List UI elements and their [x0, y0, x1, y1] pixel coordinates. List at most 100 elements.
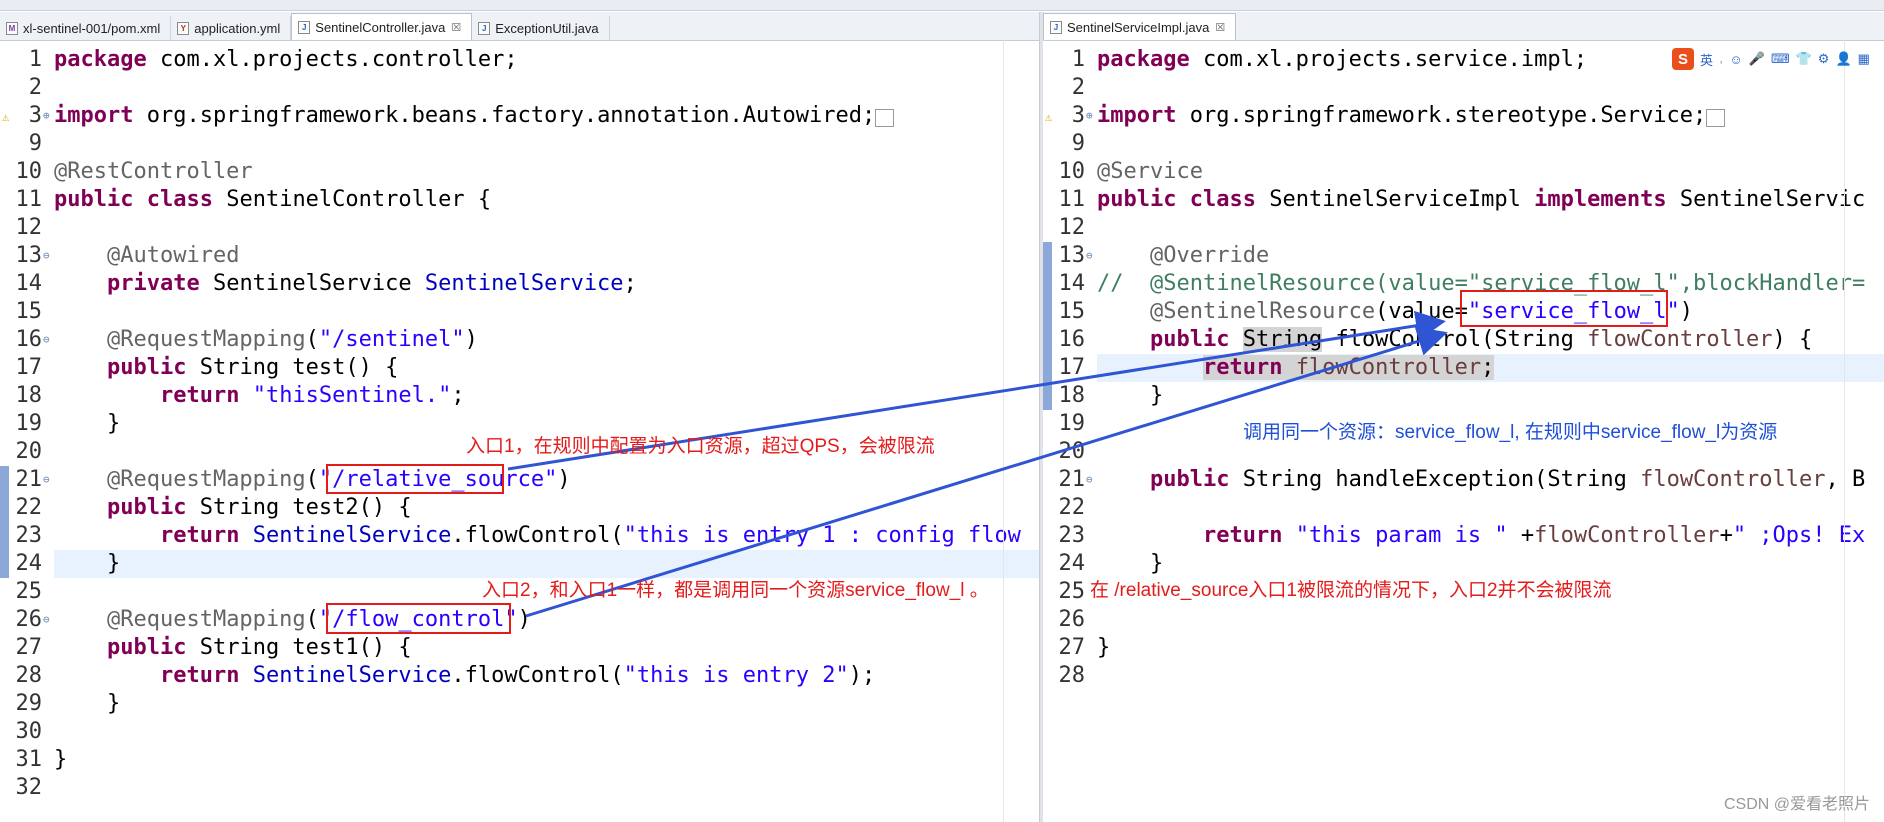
code-line[interactable]: 14 private SentinelService SentinelServi… — [0, 270, 1040, 298]
code-line[interactable]: 22 — [1043, 494, 1884, 522]
line-number: 20 — [15, 439, 43, 464]
skin-icon[interactable]: 👕 — [1796, 51, 1812, 67]
left-tab-bar: M xl-sentinel-001/pom.xml Y application.… — [0, 12, 1040, 41]
line-number: 13 — [15, 243, 43, 268]
code-line[interactable]: 1 package com.xl.projects.controller; — [0, 46, 1040, 74]
code-line[interactable]: 11 public class SentinelServiceImpl imple… — [1043, 186, 1884, 214]
collapse-fold-icon[interactable]: ⊖ — [1086, 466, 1093, 494]
java-file-icon: J — [1050, 20, 1062, 34]
code-line[interactable]: 15 — [0, 298, 1040, 326]
code-text: @RequestMapping("/sentinel") — [106, 327, 478, 352]
line-number: 27 — [15, 635, 43, 660]
line-number: 11 — [15, 187, 43, 212]
line-number: 12 — [15, 215, 43, 240]
code-line[interactable]: 13 ⊖ @Override — [1043, 242, 1884, 270]
code-line[interactable]: 16 public String flowControl(String flow… — [1043, 326, 1884, 354]
code-line[interactable]: 22 public String test2() { — [0, 494, 1040, 522]
user-icon[interactable]: 👤 — [1835, 51, 1851, 67]
line-number: 9 — [1071, 131, 1085, 156]
expand-fold-icon[interactable]: ⊕ — [1086, 102, 1093, 130]
ime-toolbar: S 英 ˒ ☺ 🎤 ⌨ 👕 ⚙ 👤 ▦ — [1672, 48, 1870, 70]
code-line[interactable]: 10 @RestController — [0, 158, 1040, 186]
punctuation-icon[interactable]: ˒ — [1719, 52, 1723, 67]
code-text: } — [54, 747, 68, 772]
code-line[interactable]: 2 — [0, 74, 1040, 102]
code-line[interactable]: 3 ⊕ import org.springframework.beans.facto… — [0, 102, 1040, 130]
code-line[interactable]: 18 } — [1043, 382, 1884, 410]
code-line[interactable]: 9 — [0, 130, 1040, 158]
line-number: 19 — [15, 411, 43, 436]
line-number: 17 — [1058, 355, 1086, 380]
code-text: @Service — [1097, 159, 1203, 184]
line-number: 9 — [28, 131, 42, 156]
tab-sentinel-service-impl[interactable]: J SentinelServiceImpl.java ☒ — [1043, 13, 1237, 40]
ime-language-toggle[interactable]: 英 — [1700, 50, 1713, 69]
code-line[interactable]: 16 ⊖ @RequestMapping("/sentinel") — [0, 326, 1040, 354]
settings-icon[interactable]: ⚙ — [1818, 51, 1830, 67]
code-text: } — [54, 411, 121, 436]
line-number: 23 — [1058, 523, 1086, 548]
warning-icon[interactable]: ⚠ — [2, 110, 9, 124]
code-line[interactable]: 10 @Service — [1043, 158, 1884, 186]
code-line[interactable]: 21 ⊖ public String handleException(String… — [1043, 466, 1884, 494]
code-line[interactable]: 17 public String test() { — [0, 354, 1040, 382]
line-number: 24 — [1058, 551, 1086, 576]
code-line[interactable]: 32 — [0, 774, 1040, 802]
collapse-fold-icon[interactable]: ⊖ — [1086, 242, 1093, 270]
expand-fold-icon[interactable]: ⊕ — [43, 102, 50, 130]
code-line[interactable]: 26 ⊖ @RequestMapping("/flow_control") — [0, 606, 1040, 634]
code-line[interactable]: 27 public String test1() { — [0, 634, 1040, 662]
code-line[interactable]: 28 return SentinelService.flowControl("t… — [0, 662, 1040, 690]
tab-sentinel-controller[interactable]: J SentinelController.java ☒ — [291, 13, 473, 40]
code-line[interactable]: 24 } — [1043, 550, 1884, 578]
code-line[interactable]: 28 — [1043, 662, 1884, 690]
warning-icon[interactable]: ⚠ — [1045, 110, 1052, 124]
code-text: return "this param is " +flowController+… — [1202, 523, 1866, 548]
keyboard-icon[interactable]: ⌨ — [1771, 51, 1790, 67]
microphone-icon[interactable]: 🎤 — [1749, 51, 1765, 67]
code-text: private SentinelService SentinelService; — [106, 271, 637, 296]
code-line[interactable]: 23 return "this param is " +flowControll… — [1043, 522, 1884, 550]
code-text: @RestController — [54, 159, 253, 184]
collapse-fold-icon[interactable]: ⊖ — [43, 242, 50, 270]
code-line[interactable]: 18 return "thisSentinel."; — [0, 382, 1040, 410]
tab-label: xl-sentinel-001/pom.xml — [23, 20, 161, 36]
code-line[interactable]: 27} — [1043, 634, 1884, 662]
code-line[interactable]: 29 } — [0, 690, 1040, 718]
note-entry2: 入口2，和入口1一样，都是调用同一个资源service_flow_l 。 — [482, 580, 989, 601]
line-number: 2 — [28, 75, 42, 100]
note-entry2-not-limited: 在 /relative_source入口1被限流的情况下，入口2并不会被限流 — [1090, 580, 1612, 601]
code-line[interactable]: 2 — [1043, 74, 1884, 102]
collapse-fold-icon[interactable]: ⊖ — [43, 326, 50, 354]
grid-icon[interactable]: ▦ — [1858, 51, 1870, 67]
collapse-fold-icon[interactable]: ⊖ — [43, 606, 50, 634]
code-line[interactable]: 17 return flowController; — [1043, 354, 1884, 382]
tab-exception-util[interactable]: J ExceptionUtil.java — [472, 16, 610, 40]
code-line[interactable]: 24 } — [0, 550, 1040, 578]
code-line[interactable]: 9 — [1043, 130, 1884, 158]
code-text: } — [54, 691, 121, 716]
highlight-relative-source — [326, 464, 504, 494]
line-number: 18 — [1058, 383, 1086, 408]
code-line[interactable]: 30 — [0, 718, 1040, 746]
collapse-fold-icon[interactable]: ⊖ — [43, 466, 50, 494]
tab-pom-xml[interactable]: M xl-sentinel-001/pom.xml — [0, 16, 172, 40]
code-line[interactable]: 31} — [0, 746, 1040, 774]
code-line[interactable]: 3 ⊕ import org.springframework.stereotype.… — [1043, 102, 1884, 130]
code-line[interactable]: 12 — [1043, 214, 1884, 242]
close-icon[interactable]: ☒ — [1215, 21, 1225, 34]
close-icon[interactable]: ☒ — [451, 21, 461, 34]
tab-application-yml[interactable]: Y application.yml — [171, 16, 292, 40]
code-line[interactable]: 23 return SentinelService.flowControl("t… — [0, 522, 1040, 550]
code-line[interactable]: 21 ⊖ @RequestMapping("/relative_source") — [0, 466, 1040, 494]
code-line[interactable]: 11 public class SentinelController { — [0, 186, 1040, 214]
line-number: 32 — [15, 775, 43, 800]
line-number: 21 — [15, 467, 43, 492]
code-line[interactable]: 13 ⊖ @Autowired — [0, 242, 1040, 270]
line-number: 10 — [1058, 159, 1086, 184]
emoji-icon[interactable]: ☺ — [1729, 52, 1742, 67]
ime-logo-icon[interactable]: S — [1672, 48, 1694, 70]
code-text: public String flowControl(String flowCon… — [1149, 327, 1813, 352]
code-line[interactable]: 12 — [0, 214, 1040, 242]
code-line[interactable]: 26 — [1043, 606, 1884, 634]
